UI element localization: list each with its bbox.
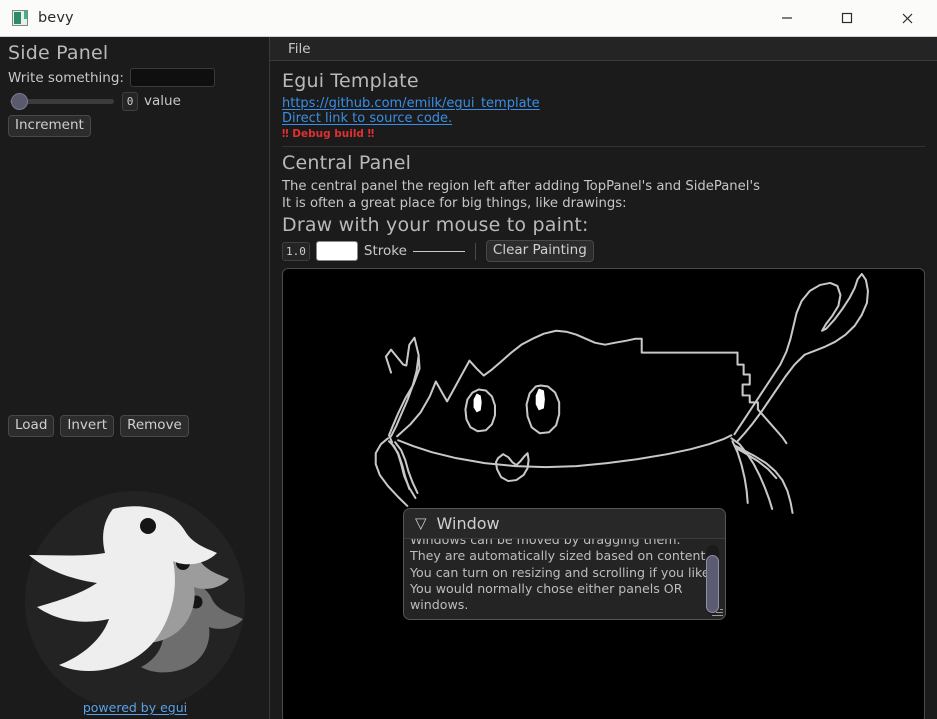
maximize-button[interactable] — [817, 0, 877, 36]
window-text-line: You can turn on resizing and scrolling i… — [410, 564, 714, 580]
crab-drawing — [374, 272, 869, 514]
debug-build-badge: ‼ Debug build ‼ — [282, 128, 375, 140]
window-title: bevy — [38, 10, 74, 26]
menu-file[interactable]: File — [284, 41, 315, 57]
bevy-app-icon — [12, 10, 28, 26]
app-body: Side Panel Write something: 0 value Incr… — [0, 37, 937, 719]
invert-button[interactable]: Invert — [60, 415, 115, 437]
window-text-line: windows. — [410, 597, 469, 613]
window-controls — [757, 0, 937, 36]
stroke-color-swatch[interactable] — [315, 241, 358, 261]
minimize-button[interactable] — [757, 0, 817, 36]
slider-knob[interactable] — [11, 92, 28, 110]
central-panel-heading: Central Panel — [282, 152, 412, 174]
value-row: 0 value — [8, 91, 262, 111]
floating-window-titlebar[interactable]: ▽ Window — [404, 509, 725, 539]
window-resize-grip[interactable] — [711, 605, 724, 618]
separator — [282, 146, 925, 147]
top-panel: File — [270, 37, 937, 61]
paint-controls: 1.0 Stroke Clear Painting — [282, 240, 925, 262]
side-panel-heading: Side Panel — [8, 42, 109, 64]
floating-window-body[interactable]: Windows can be moved by dragging them. T… — [404, 539, 725, 619]
repo-link[interactable]: https://github.com/emilk/egui_template — [282, 96, 925, 111]
powered-by-egui-link[interactable]: powered by egui — [0, 700, 270, 715]
app-title: Egui Template — [282, 70, 419, 92]
image-action-buttons: Load Invert Remove — [8, 415, 189, 437]
clear-painting-button[interactable]: Clear Painting — [485, 240, 594, 262]
increment-row: Increment — [8, 115, 262, 137]
side-panel: Side Panel Write something: 0 value Incr… — [0, 37, 270, 719]
paint-heading: Draw with your mouse to paint: — [282, 214, 589, 236]
value-label: value — [144, 93, 181, 109]
collapse-triangle-icon[interactable]: ▽ — [415, 516, 427, 531]
increment-button[interactable]: Increment — [8, 115, 91, 137]
window-text-line: Windows can be moved by dragging them. — [410, 539, 681, 547]
load-button[interactable]: Load — [8, 415, 55, 437]
stroke-label: Stroke — [363, 243, 407, 259]
write-something-label: Write something: — [8, 69, 124, 86]
window-text-line: You would normally chose either panels O… — [410, 580, 683, 596]
bevy-birds-logo-svg — [25, 491, 245, 711]
bevy-logo — [0, 479, 270, 719]
source-link[interactable]: Direct link to source code. — [282, 111, 925, 126]
write-something-row: Write something: — [8, 68, 262, 87]
value-slider[interactable] — [8, 91, 116, 111]
central-paragraph-2: It is often a great place for big things… — [282, 196, 627, 211]
central-panel: Egui Template https://github.com/emilk/e… — [270, 61, 937, 719]
painting-canvas[interactable] — [282, 268, 925, 719]
application-window: bevy Side Panel Write something: 0 value… — [0, 0, 937, 719]
window-text-line: They are automatically sized based on co… — [410, 548, 717, 564]
remove-button[interactable]: Remove — [120, 415, 189, 437]
stroke-preview-line — [412, 250, 465, 252]
floating-window-title: Window — [436, 514, 500, 533]
close-button[interactable] — [877, 0, 937, 36]
write-something-input[interactable] — [129, 68, 215, 87]
floating-window[interactable]: ▽ Window Windows can be moved by draggin… — [403, 508, 726, 620]
toolbar-divider — [474, 242, 476, 260]
stroke-width-field[interactable]: 1.0 — [282, 241, 310, 261]
os-titlebar: bevy — [0, 0, 937, 37]
value-drag-field[interactable]: 0 — [122, 91, 138, 111]
central-paragraph-1: The central panel the region left after … — [282, 179, 760, 194]
